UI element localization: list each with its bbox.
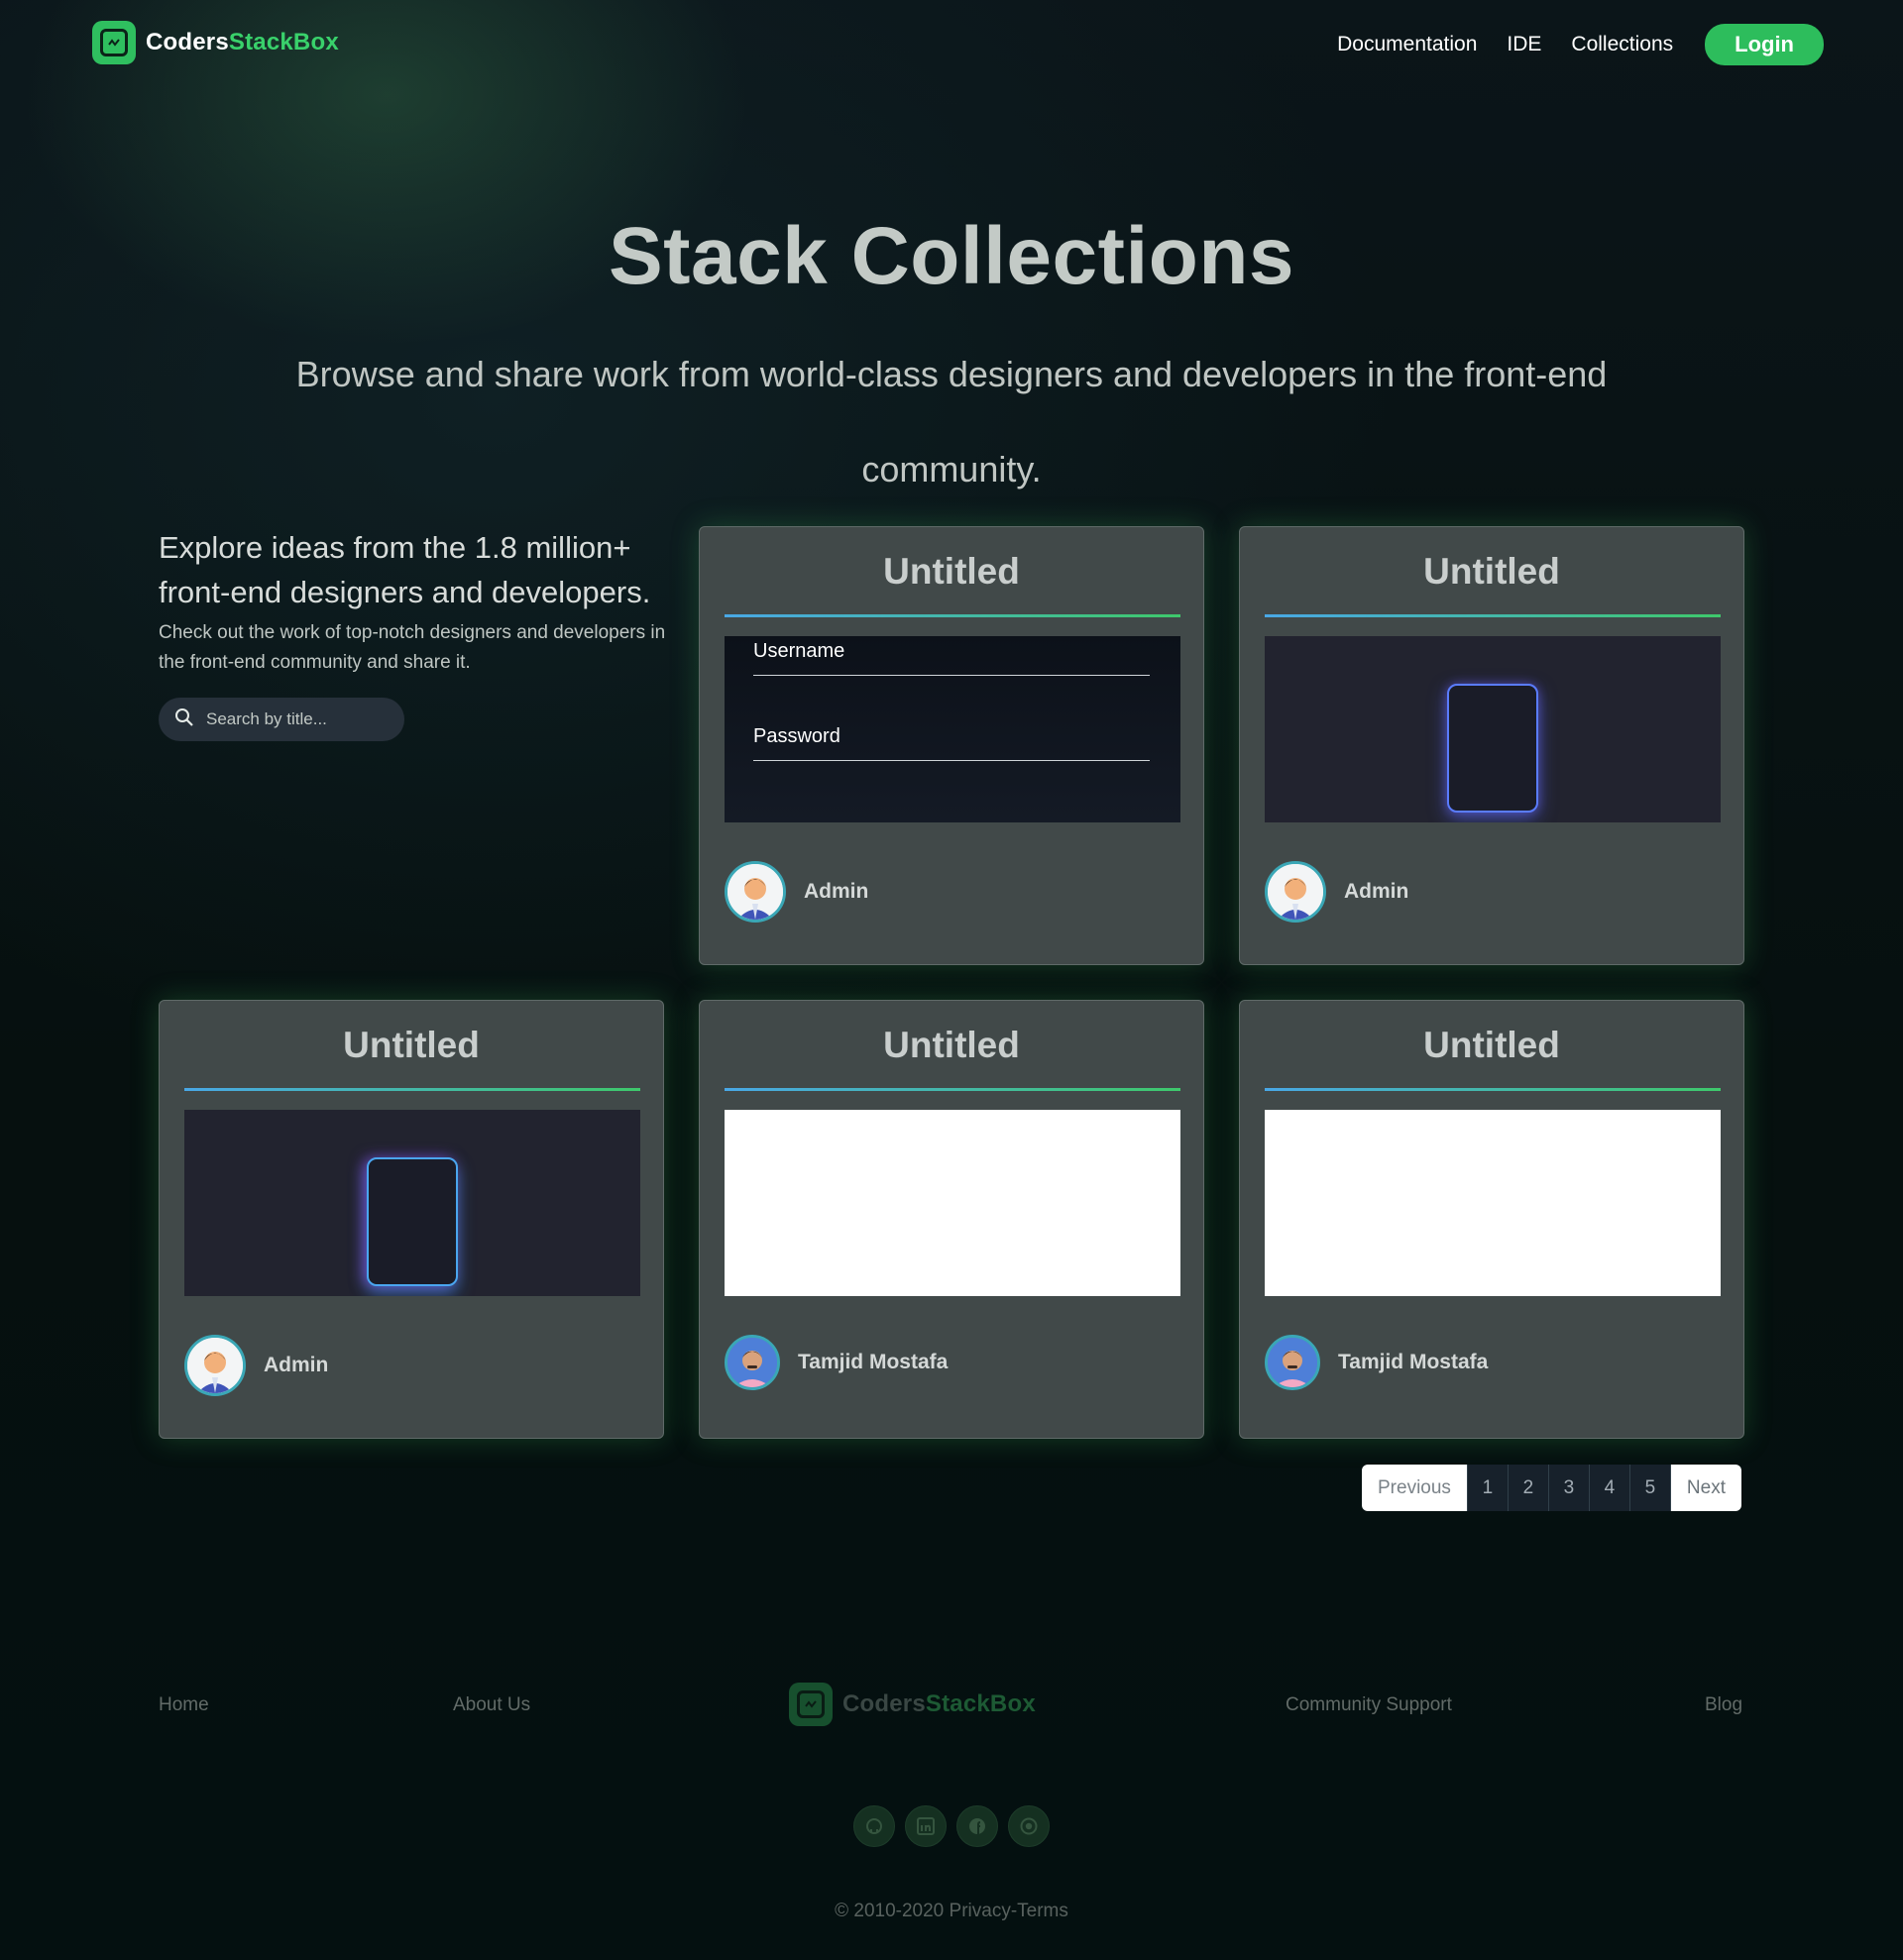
linkedin-icon[interactable] — [905, 1805, 947, 1847]
avatar — [725, 1335, 780, 1390]
facebook-icon[interactable] — [956, 1805, 998, 1847]
footer-link-community-support[interactable]: Community Support — [1286, 1694, 1452, 1716]
collection-card[interactable]: Untitled Tamjid Mostafa — [699, 1000, 1204, 1439]
card-title: Untitled — [1423, 551, 1560, 592]
pagination-page-5[interactable]: 5 — [1629, 1465, 1671, 1511]
card-preview[interactable] — [1265, 636, 1721, 822]
author-name: Admin — [804, 880, 869, 903]
card-title: Untitled — [883, 1025, 1020, 1065]
explore-panel: Explore ideas from the 1.8 million+ fron… — [159, 525, 674, 741]
author-name: Admin — [1344, 880, 1409, 903]
pagination-next-button[interactable]: Next — [1670, 1465, 1741, 1511]
site-header: CodersStackBox Documentation IDE Collect… — [0, 0, 1903, 89]
copyright-icon: © — [835, 1901, 849, 1921]
login-button[interactable]: Login — [1705, 24, 1824, 65]
avatar — [1265, 1335, 1320, 1390]
preview-glow-box — [367, 1157, 458, 1286]
card-author[interactable]: Tamjid Mostafa — [1265, 1335, 1488, 1390]
card-divider — [184, 1088, 640, 1091]
card-preview[interactable]: Username Password — [725, 636, 1180, 822]
copyright-text: 2010-2020 Privacy-Terms — [853, 1901, 1068, 1921]
collection-card[interactable]: Untitled Tamjid Mostafa — [1239, 1000, 1744, 1439]
card-divider — [1265, 1088, 1721, 1091]
pagination-previous-button[interactable]: Previous — [1362, 1465, 1468, 1511]
collection-card[interactable]: Untitled Admin — [1239, 526, 1744, 965]
copyright: © 2010-2020 Privacy-Terms — [0, 1901, 1903, 1922]
preview-password-label: Password — [753, 725, 840, 747]
collection-card[interactable]: Untitled Username Password Admin — [699, 526, 1204, 965]
pagination-page-3[interactable]: 3 — [1548, 1465, 1590, 1511]
card-preview[interactable] — [725, 1110, 1180, 1296]
card-title: Untitled — [1423, 1025, 1560, 1065]
page-subtitle: Browse and share work from world-class d… — [295, 354, 1608, 490]
author-name: Tamjid Mostafa — [1338, 1351, 1489, 1373]
card-divider — [725, 1088, 1180, 1091]
explore-text: Check out the work of top-notch designer… — [159, 622, 666, 673]
search-icon — [174, 708, 194, 732]
nav-documentation-link[interactable]: Documentation — [1337, 33, 1477, 56]
card-preview[interactable] — [1265, 1110, 1721, 1296]
card-author[interactable]: Admin — [1265, 861, 1408, 923]
pagination-page-4[interactable]: 4 — [1589, 1465, 1630, 1511]
search-box[interactable] — [159, 698, 404, 741]
preview-password-underline — [753, 760, 1150, 761]
logo-icon — [92, 21, 136, 64]
search-input[interactable] — [206, 709, 385, 729]
footer-link-home[interactable]: Home — [159, 1694, 209, 1716]
avatar — [184, 1335, 246, 1396]
preview-glow-box — [1447, 684, 1538, 813]
pagination-page-1[interactable]: 1 — [1467, 1465, 1509, 1511]
card-title: Untitled — [343, 1025, 480, 1065]
pagination: Previous 1 2 3 4 5 Next — [1362, 1465, 1741, 1511]
card-author[interactable]: Admin — [184, 1335, 328, 1396]
main-nav: Documentation IDE Collections Login — [1337, 24, 1824, 65]
logo-icon — [789, 1683, 833, 1726]
logo-text: CodersStackBox — [842, 1690, 1036, 1717]
site-logo[interactable]: CodersStackBox — [92, 21, 339, 64]
preview-username-underline — [753, 675, 1150, 676]
logo-text: CodersStackBox — [146, 29, 339, 55]
nav-collections-link[interactable]: Collections — [1571, 33, 1673, 56]
github-icon[interactable] — [853, 1805, 895, 1847]
footer-link-blog[interactable]: Blog — [1705, 1694, 1742, 1716]
nav-ide-link[interactable]: IDE — [1507, 33, 1541, 56]
explore-heading: Explore ideas from the 1.8 million+ fron… — [159, 530, 651, 609]
preview-username-label: Username — [753, 640, 845, 662]
card-divider — [725, 614, 1180, 617]
card-preview[interactable] — [184, 1110, 640, 1296]
author-name: Tamjid Mostafa — [798, 1351, 949, 1373]
footer-logo[interactable]: CodersStackBox — [789, 1683, 1036, 1726]
card-title: Untitled — [883, 551, 1020, 592]
social-links — [853, 1805, 1050, 1847]
footer-link-about-us[interactable]: About Us — [453, 1694, 530, 1716]
collection-card[interactable]: Untitled Admin — [159, 1000, 664, 1439]
page-title: Stack Collections — [608, 211, 1295, 301]
card-divider — [1265, 614, 1721, 617]
card-author[interactable]: Admin — [725, 861, 868, 923]
card-author[interactable]: Tamjid Mostafa — [725, 1335, 948, 1390]
pagination-page-2[interactable]: 2 — [1508, 1465, 1549, 1511]
avatar — [725, 861, 786, 923]
author-name: Admin — [264, 1354, 329, 1376]
instagram-icon[interactable] — [1008, 1805, 1050, 1847]
avatar — [1265, 861, 1326, 923]
